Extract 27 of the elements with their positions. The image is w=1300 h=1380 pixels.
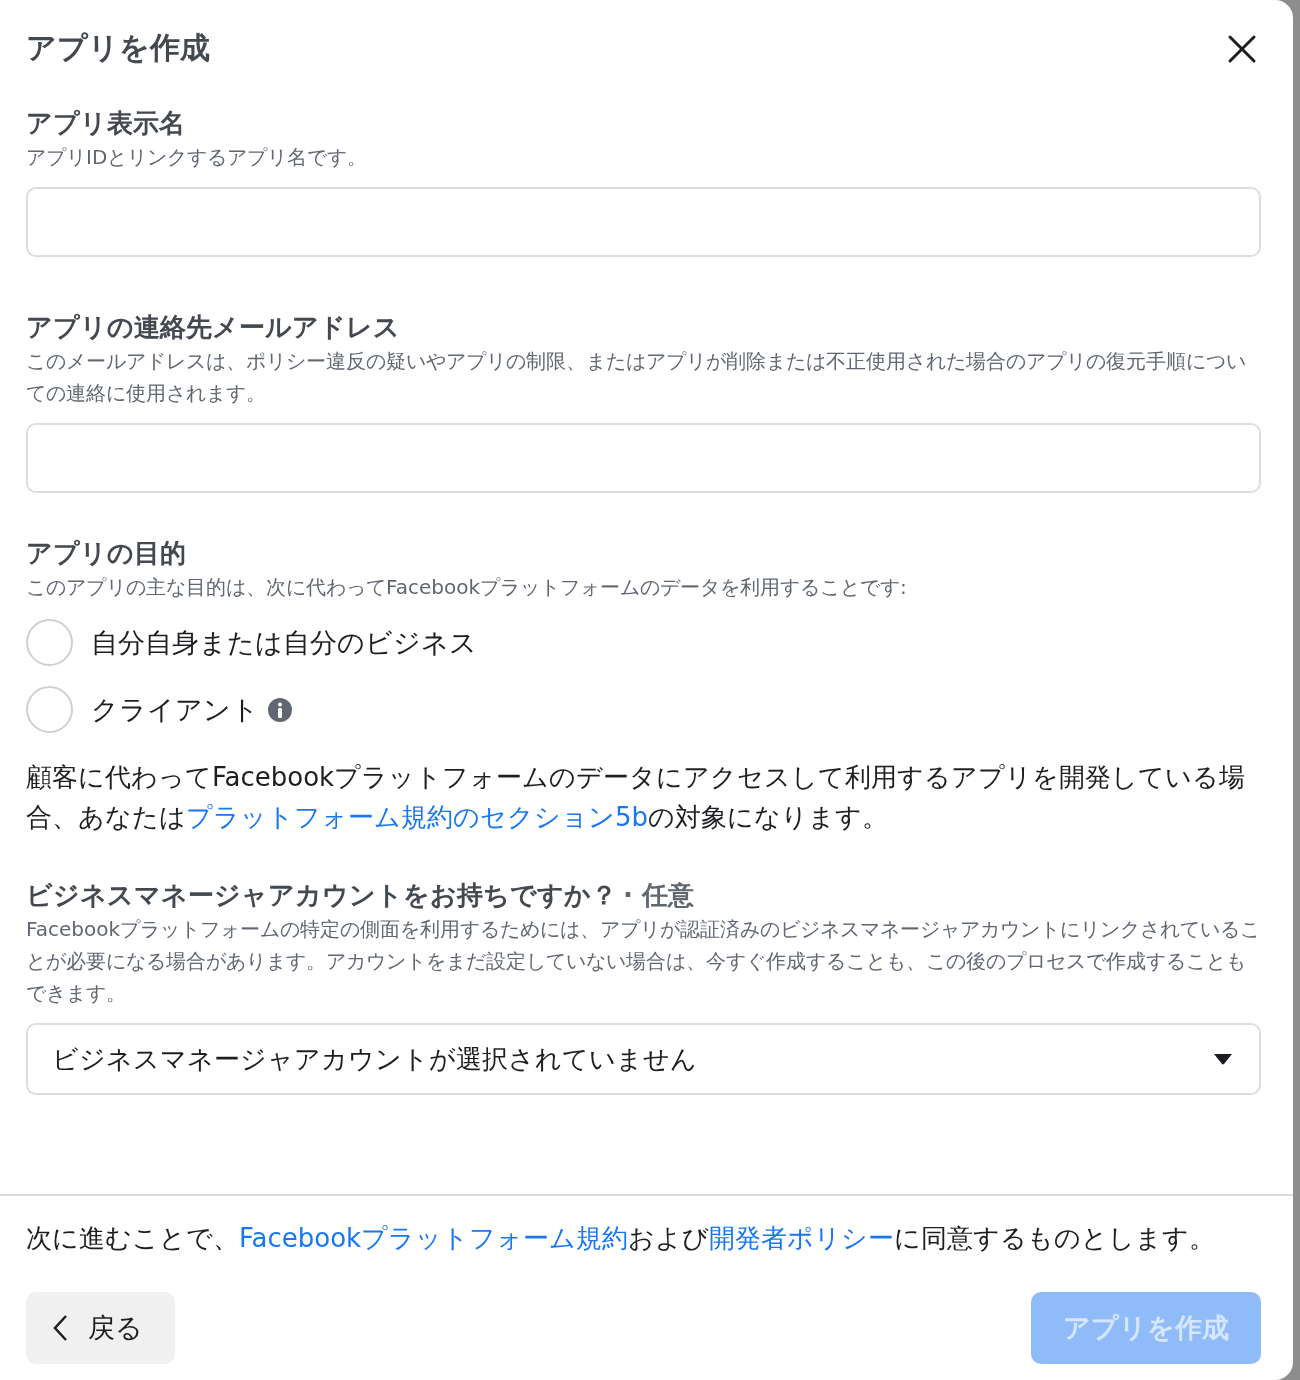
field-help: このメールアドレスは、ポリシー違反の疑いやアプリの制限、またはアプリが削除または不正使用された場合のアプリの復元手順についての連絡に使用されます。: [26, 348, 1247, 407]
field-help: このアプリの主な目的は、次に代わってFacebookプラットフォームのデータを利用することです:: [26, 574, 908, 601]
field-label: アプリ表示名: [26, 107, 186, 140]
business-account-dropdown[interactable]: ビジネスマネージャアカウントが選択されていません: [26, 1023, 1261, 1095]
field-help: アプリIDとリンクするアプリ名です。: [26, 144, 369, 171]
back-button[interactable]: 戻る: [26, 1292, 175, 1364]
policy-link[interactable]: Facebookプラットフォーム規約: [239, 1223, 629, 1253]
info-icon[interactable]: [267, 696, 293, 723]
field-help: Facebookプラットフォームの特定の側面を利用するためには、アプリが認証済みのビジネスマネージャアカウントにリンクされていることが必要になる場合があります。アカウントをまだ設定していない場合は、今すぐ作成することも、この後のプロセスで作成することもできます。: [26, 916, 1261, 1007]
dialog-title: アプリを作成: [26, 29, 210, 67]
radio-label: クライアント: [91, 692, 259, 727]
radio-button[interactable]: [26, 619, 73, 666]
radio-label: 自分自身または自分のビジネス: [91, 625, 477, 660]
agreement-text: 次に進むことで、Facebookプラットフォーム規約および開発者ポリシーに同意するものとします。: [26, 1222, 1217, 1255]
chevron-left-icon: [52, 1314, 68, 1342]
field-label: アプリの目的: [26, 537, 187, 570]
radio-option[interactable]: 自分自身または自分のビジネス: [26, 619, 1261, 666]
radio-button[interactable]: [26, 686, 73, 733]
field-label: ビジネスマネージャアカウントをお持ちですか？ · 任意: [26, 879, 695, 912]
radio-option[interactable]: クライアント: [26, 686, 1261, 733]
field-label: アプリの連絡先メールアドレス: [26, 311, 401, 344]
text-input[interactable]: [26, 423, 1261, 493]
policy-link[interactable]: プラットフォーム規約のセクション5b: [186, 802, 649, 832]
policy-link[interactable]: 開発者ポリシー: [709, 1223, 895, 1253]
notice-text: 顧客に代わってFacebookプラットフォームのデータにアクセスして利用するアプリを開発している場合、あなたはプラットフォーム規約のセクション5bの対象になります。: [26, 761, 1247, 834]
caret-icon: [1213, 1053, 1233, 1065]
text-input[interactable]: [26, 187, 1261, 257]
